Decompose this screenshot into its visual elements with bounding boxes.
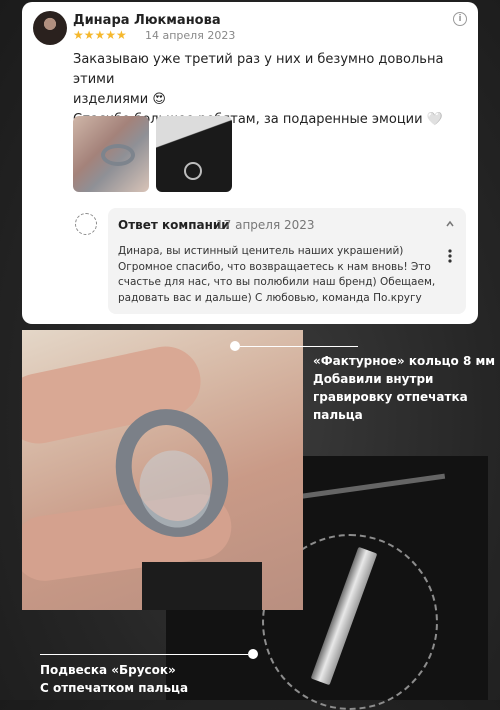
reply-date: 17 апреля 2023 [216,218,315,232]
caption-line: «Фактурное» кольцо 8 мм [313,354,496,368]
reply-title: Ответ компании [118,218,230,232]
caption-line: Добавили внутри [313,372,434,386]
brand-card [142,562,262,610]
chevron-up-icon[interactable] [446,220,454,228]
review-date: 14 апреля 2023 [145,29,236,42]
more-vertical-icon[interactable] [448,249,452,263]
ring-photo [22,330,303,610]
annotation-dot [248,649,258,659]
review-text-line: изделиями 😍 [73,92,166,107]
company-reply: Ответ компании 17 апреля 2023 Динара, вы… [108,208,466,314]
review-photo-thumbnail[interactable] [73,116,149,192]
caption-line: С отпечатком пальца [40,681,189,695]
reply-text: Динара, вы истинный ценитель наших украш… [118,245,436,304]
pendant-caption: Подвеска «Брусок» С отпечатком пальца [40,661,188,697]
review-photo-thumbnail[interactable] [156,116,232,192]
info-icon[interactable]: i [453,12,467,26]
caption-line: Подвеска «Брусок» [40,663,176,677]
review-card: Динара Люкманова ★★★★★ 14 апреля 2023 i … [22,2,478,324]
annotation-line [40,654,248,655]
rating-stars: ★★★★★ [73,28,127,42]
avatar[interactable] [33,11,67,45]
caption-line: гравировку отпечатка [313,390,468,404]
annotation-line [240,346,358,347]
company-logo-icon [75,213,97,235]
review-text-line: Заказываю уже третий раз у них и безумно… [73,52,444,87]
caption-line: пальца [313,408,363,422]
ring-caption: «Фактурное» кольцо 8 мм Добавили внутри … [313,352,495,424]
author-name[interactable]: Динара Люкманова [73,13,221,28]
annotation-dot [230,341,240,351]
